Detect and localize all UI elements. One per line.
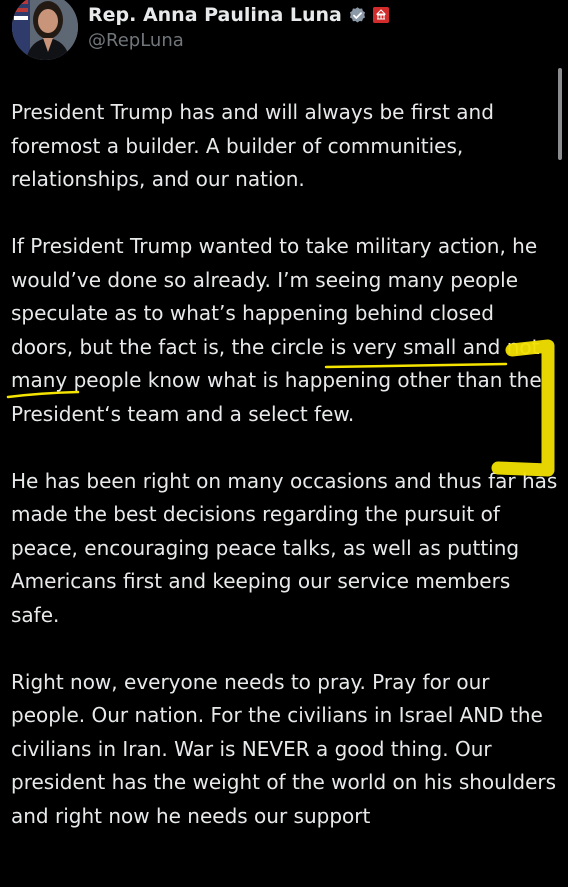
- post-paragraph: He has been right on many occasions and …: [11, 468, 558, 627]
- post-header: Rep. Anna Paulina Luna @RepLuna: [8, 0, 548, 62]
- post-paragraph: Right now, everyone needs to pray. Pray …: [11, 669, 557, 828]
- avatar[interactable]: [12, 0, 78, 60]
- post-body: President Trump has and will always be f…: [11, 96, 559, 867]
- scrollbar[interactable]: [558, 68, 562, 160]
- handle[interactable]: @RepLuna: [88, 30, 184, 51]
- display-name[interactable]: Rep. Anna Paulina Luna: [88, 4, 342, 26]
- name-row: Rep. Anna Paulina Luna: [88, 4, 389, 26]
- house-seal-icon: [372, 7, 389, 23]
- post-paragraph: If President Trump wanted to take milita…: [11, 234, 542, 426]
- verified-badge-icon: [348, 6, 367, 25]
- avatar-image: [12, 0, 78, 60]
- post-paragraph: President Trump has and will always be f…: [11, 100, 494, 191]
